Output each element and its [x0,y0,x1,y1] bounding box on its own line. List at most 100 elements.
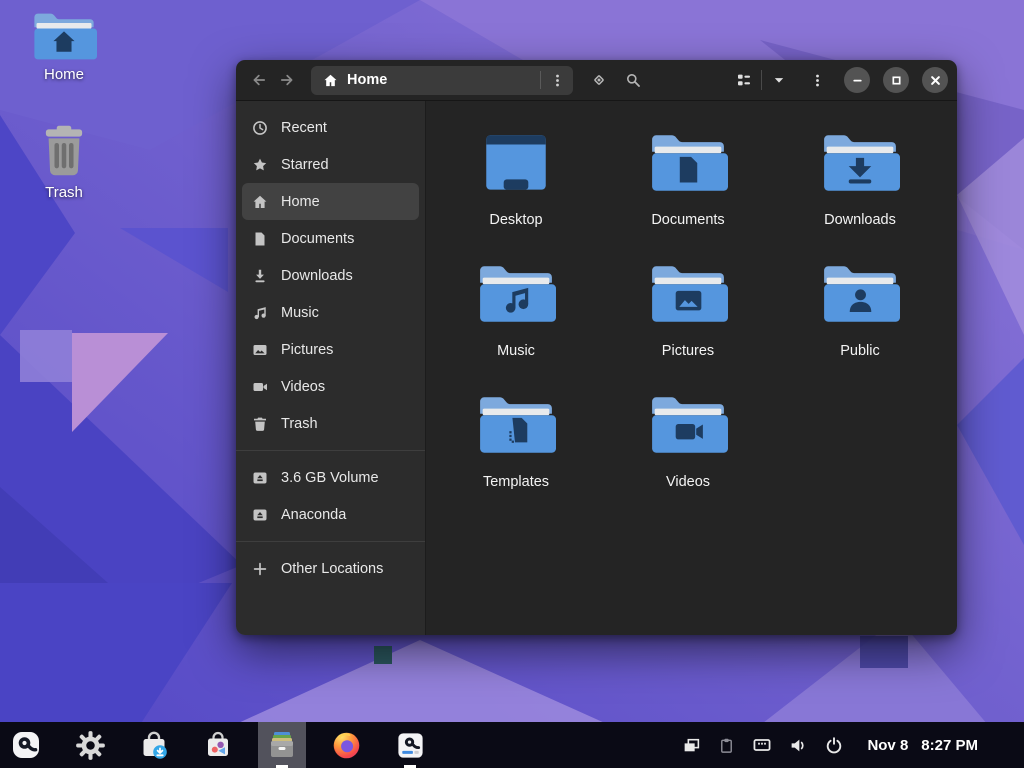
minimize-button[interactable] [844,67,870,93]
headerbar: Home [236,60,957,101]
folder-public[interactable]: Public [774,262,946,393]
desktop-icon-home[interactable]: Home [31,10,97,83]
view-options-button[interactable] [765,66,793,94]
sidebar-item-pictures[interactable]: Pictures [242,331,419,368]
sidebar-item-label: Documents [281,231,354,247]
back-button[interactable] [245,66,273,94]
clipboard-icon[interactable] [718,737,735,754]
folder-label: Music [497,343,535,359]
system-tray [682,735,843,755]
clock[interactable]: Nov 8 8:27 PM [867,737,978,754]
view-toggle-group [730,66,793,94]
folder-icon [476,393,556,462]
sidebar-item-recent[interactable]: Recent [242,109,419,146]
folder-documents[interactable]: Documents [602,131,774,262]
path-label: Home [347,72,387,88]
taskbar-app-install-to-hard-drive[interactable] [2,722,50,768]
desktop-icons: Home Trash [8,10,120,201]
view-list-button[interactable] [730,66,758,94]
desktop-icon-trash[interactable]: Trash [35,123,93,201]
taskbar-app-anaconda-installer-window[interactable] [386,722,434,768]
sidebar-item-starred[interactable]: Starred [242,146,419,183]
taskbar-app-firefox[interactable] [322,722,370,768]
drive-icon [252,470,268,486]
trash-icon [252,416,268,432]
folder-videos[interactable]: Videos [602,393,774,524]
window-body: Recent Starred Home Documents Downloads Music… [236,101,957,635]
view-toggle-separator [761,70,762,90]
network-wired-icon[interactable] [752,735,772,755]
folder-icon [648,262,728,331]
sidebar-separator [236,450,425,451]
folder-icon [476,262,556,331]
recent-icon [252,120,268,136]
windows-icon[interactable] [682,736,701,755]
drive-icon [252,507,268,523]
taskbar-app-software-updates[interactable] [130,722,178,768]
folder-label: Documents [651,212,724,228]
folder-label: Templates [483,474,549,490]
search-button[interactable] [619,66,647,94]
sidebar-item-videos[interactable]: Videos [242,368,419,405]
folder-downloads[interactable]: Downloads [774,131,946,262]
documents-icon [252,231,268,247]
sidebar-separator [236,541,425,542]
files-window: Home Recent Starred Home Documents Downloads… [236,60,957,635]
folder-label: Downloads [824,212,896,228]
sidebar-item-downloads[interactable]: Downloads [242,257,419,294]
folder-icon [820,131,900,200]
forward-button[interactable] [273,66,301,94]
taskbar-app-files[interactable] [258,722,306,768]
folder-templates[interactable]: Templates [430,393,602,524]
downloads-icon [252,268,268,284]
folder-label: Desktop [489,212,542,228]
close-button[interactable] [922,67,948,93]
pictures-icon [252,342,268,358]
folder-pictures[interactable]: Pictures [602,262,774,393]
sidebar-item-label: Trash [281,416,318,432]
volume-icon[interactable] [789,736,808,755]
taskbar: Nov 8 8:27 PM [0,722,1024,768]
clock-date: Nov 8 [867,737,908,754]
taskbar-app-settings[interactable] [66,722,114,768]
folder-label: Videos [666,474,710,490]
desktop-icon-label: Trash [45,184,83,201]
folder-desktop[interactable]: Desktop [430,131,602,262]
folder-icon [476,131,556,200]
folder-label: Pictures [662,343,714,359]
desktop-icon-label: Home [44,66,84,83]
sidebar-item-anaconda[interactable]: Anaconda [242,496,419,533]
sidebar-item-label: Other Locations [281,561,383,577]
sidebar-item-trash[interactable]: Trash [242,405,419,442]
file-grid: Desktop Documents Downloads Music Pictures Pu… [426,101,957,635]
maximize-button[interactable] [883,67,909,93]
path-bar[interactable]: Home [311,66,573,95]
window-menu-button[interactable] [803,66,831,94]
home-folder-icon [31,10,97,63]
sidebar-item-other-locations[interactable]: Other Locations [242,550,419,587]
anaconda-progress-icon [395,730,426,761]
taskbar-app-software[interactable] [194,722,242,768]
sidebar-item-home[interactable]: Home [242,183,419,220]
sidebar-item-3-6-gb-volume[interactable]: 3.6 GB Volume [242,459,419,496]
find-location-button[interactable] [585,66,613,94]
sidebar-item-label: 3.6 GB Volume [281,470,379,486]
sidebar: Recent Starred Home Documents Downloads Music… [236,101,426,635]
videos-icon [252,379,268,395]
clock-time: 8:27 PM [921,737,978,754]
files-cabinet-icon [266,729,298,761]
home-icon [323,73,338,88]
sidebar-item-documents[interactable]: Documents [242,220,419,257]
folder-icon [648,393,728,462]
folder-label: Public [840,343,880,359]
folder-music[interactable]: Music [430,262,602,393]
power-icon[interactable] [825,736,843,754]
path-menu-button[interactable] [541,66,573,95]
sidebar-item-label: Anaconda [281,507,346,523]
sidebar-item-label: Home [281,194,320,210]
sidebar-item-label: Starred [281,157,329,173]
home-icon [252,194,268,210]
trash-full-icon [35,123,93,181]
sidebar-item-music[interactable]: Music [242,294,419,331]
sidebar-item-label: Music [281,305,319,321]
